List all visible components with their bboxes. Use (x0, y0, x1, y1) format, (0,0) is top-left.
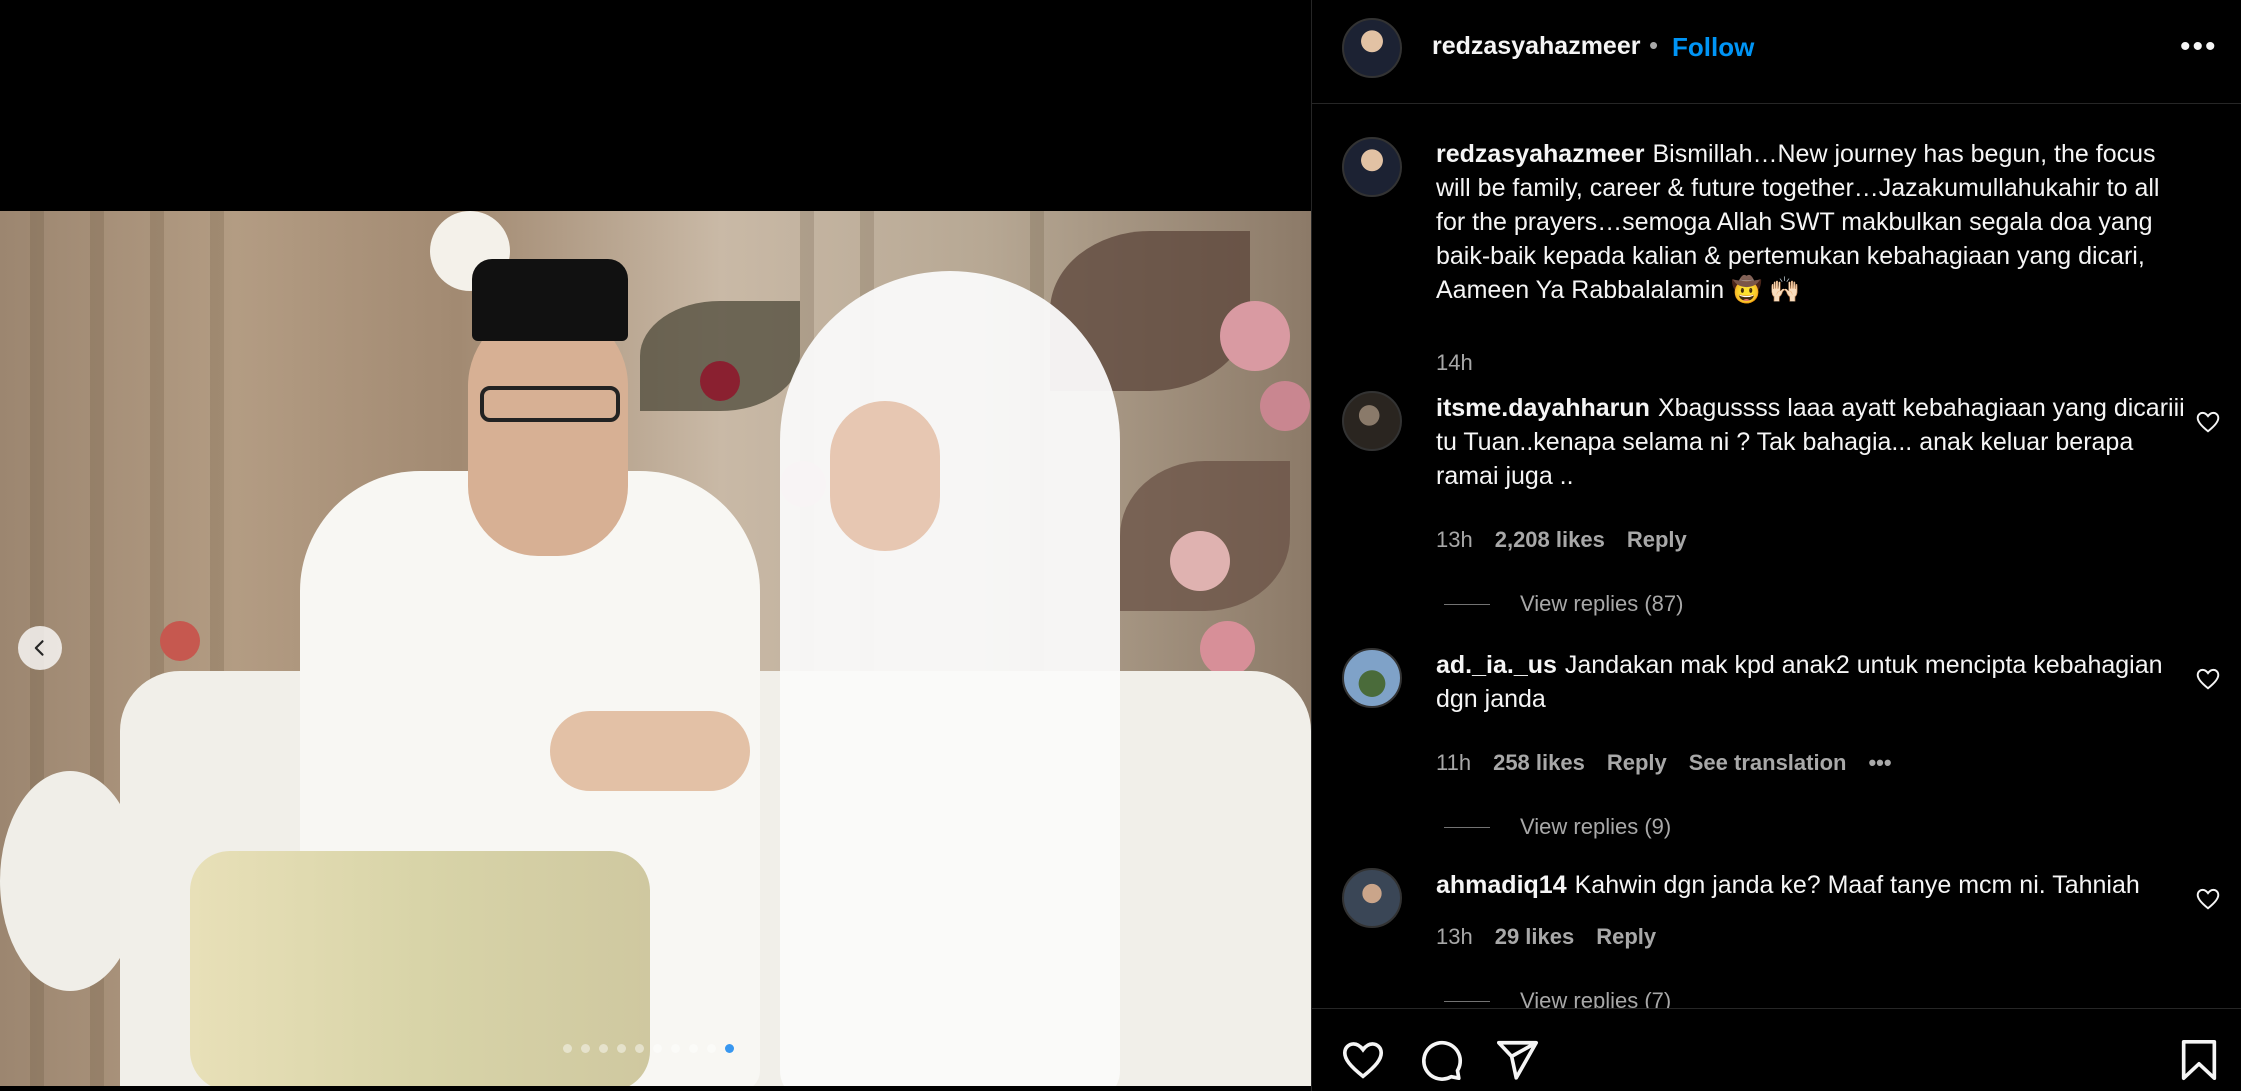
comment-time[interactable]: 13h (1436, 527, 1473, 553)
glasses (480, 386, 620, 422)
comment-likes[interactable]: 258 likes (1493, 750, 1585, 776)
chevron-left-icon (34, 640, 44, 656)
carousel-dot (707, 1044, 716, 1053)
carousel-indicator (563, 1044, 734, 1053)
comment-username[interactable]: ad._ia._us (1436, 651, 1557, 679)
heart-icon[interactable] (2195, 666, 2221, 692)
comment-icon[interactable] (1418, 1037, 1464, 1083)
avatar[interactable] (1342, 18, 1402, 78)
avatar[interactable] (1342, 391, 1402, 451)
red-flower (700, 361, 740, 401)
red-flower (160, 621, 200, 661)
carousel-dot (671, 1044, 680, 1053)
carousel-dot (689, 1044, 698, 1053)
hands-ring (550, 711, 750, 791)
view-replies-button[interactable]: View replies (87) (1444, 591, 1683, 617)
separator-dot: • (1649, 30, 1659, 60)
comment-text: ahmadiq14 Kahwin dgn janda ke? Maaf tanye… (1436, 868, 2186, 902)
comment-username[interactable]: ahmadiq14 (1436, 871, 1567, 899)
caption-meta: 14h (1436, 350, 1473, 376)
white-flowers (0, 771, 140, 991)
follow-button[interactable]: Follow (1672, 32, 1754, 63)
caption-username[interactable]: redzasyahazmeer (1436, 140, 1644, 168)
carousel-dot (617, 1044, 626, 1053)
avatar[interactable] (1342, 868, 1402, 928)
carousel-dot (563, 1044, 572, 1053)
divider-line (1444, 826, 1490, 828)
reply-button[interactable]: Reply (1596, 924, 1656, 950)
bride-veil (780, 271, 1120, 1086)
comments-list: redzasyahazmeer Bismillah…New journey has… (1312, 105, 2241, 1008)
comment-likes[interactable]: 2,208 likes (1495, 527, 1605, 553)
comment-body: Kahwin dgn janda ke? Maaf tanye mcm ni. … (1574, 871, 2140, 899)
comment-time[interactable]: 13h (1436, 924, 1473, 950)
bride-face (830, 401, 940, 551)
post-photo[interactable] (0, 211, 1311, 1086)
see-translation-button[interactable]: See translation (1689, 750, 1847, 776)
songkok-cap (472, 259, 628, 341)
comment-text: itsme.dayahharun Xbagussss laaa ayatt keb… (1436, 391, 2186, 493)
groom-face (468, 306, 628, 556)
carousel-dot (599, 1044, 608, 1053)
view-replies-label: View replies (7) (1520, 988, 1672, 1008)
reply-button[interactable]: Reply (1627, 527, 1687, 553)
carousel-dot (581, 1044, 590, 1053)
pink-rose (1200, 621, 1255, 676)
divider-line (1444, 603, 1490, 605)
post-header: redzasyahazmeer • Follow ••• (1312, 0, 2241, 104)
send-icon[interactable] (1494, 1037, 1540, 1083)
view-replies-label: View replies (87) (1520, 591, 1684, 616)
pink-rose (1220, 301, 1290, 371)
view-replies-button[interactable]: View replies (9) (1444, 814, 1671, 840)
post-side-panel: redzasyahazmeer • Follow ••• redzasyahaz… (1311, 0, 2241, 1091)
post-actions (1312, 1008, 2241, 1091)
comment-username[interactable]: itsme.dayahharun (1436, 394, 1650, 422)
comment-more-icon[interactable]: ••• (1868, 750, 1891, 776)
reply-button[interactable]: Reply (1607, 750, 1667, 776)
post-media (0, 0, 1311, 1091)
comment-meta: 13h 29 likes Reply (1436, 924, 1656, 950)
carousel-dot (653, 1044, 662, 1053)
more-options-icon[interactable]: ••• (2180, 32, 2218, 62)
bookmark-icon[interactable] (2176, 1037, 2222, 1083)
comment-time[interactable]: 11h (1436, 750, 1471, 776)
author-username[interactable]: redzasyahazmeer (1432, 32, 1640, 61)
carousel-prev-button[interactable] (18, 626, 62, 670)
pink-rose (1170, 531, 1230, 591)
divider-line (1444, 1000, 1490, 1002)
avatar[interactable] (1342, 648, 1402, 708)
heart-icon[interactable] (1340, 1037, 1386, 1083)
heart-icon[interactable] (2195, 409, 2221, 435)
view-replies-label: View replies (9) (1520, 814, 1672, 839)
heart-icon[interactable] (2195, 886, 2221, 912)
carousel-dot (725, 1044, 734, 1053)
comment-meta: 11h 258 likes Reply See translation ••• (1436, 750, 1892, 776)
avatar[interactable] (1342, 137, 1402, 197)
carousel-dot (635, 1044, 644, 1053)
caption-time[interactable]: 14h (1436, 350, 1473, 376)
comment-text: ad._ia._us Jandakan mak kpd anak2 untuk m… (1436, 648, 2186, 716)
comment-meta: 13h 2,208 likes Reply (1436, 527, 1687, 553)
caption-text: redzasyahazmeer Bismillah…New journey has… (1436, 137, 2186, 307)
comment-likes[interactable]: 29 likes (1495, 924, 1575, 950)
view-replies-button[interactable]: View replies (7) (1444, 988, 1671, 1008)
pink-rose (1260, 381, 1310, 431)
